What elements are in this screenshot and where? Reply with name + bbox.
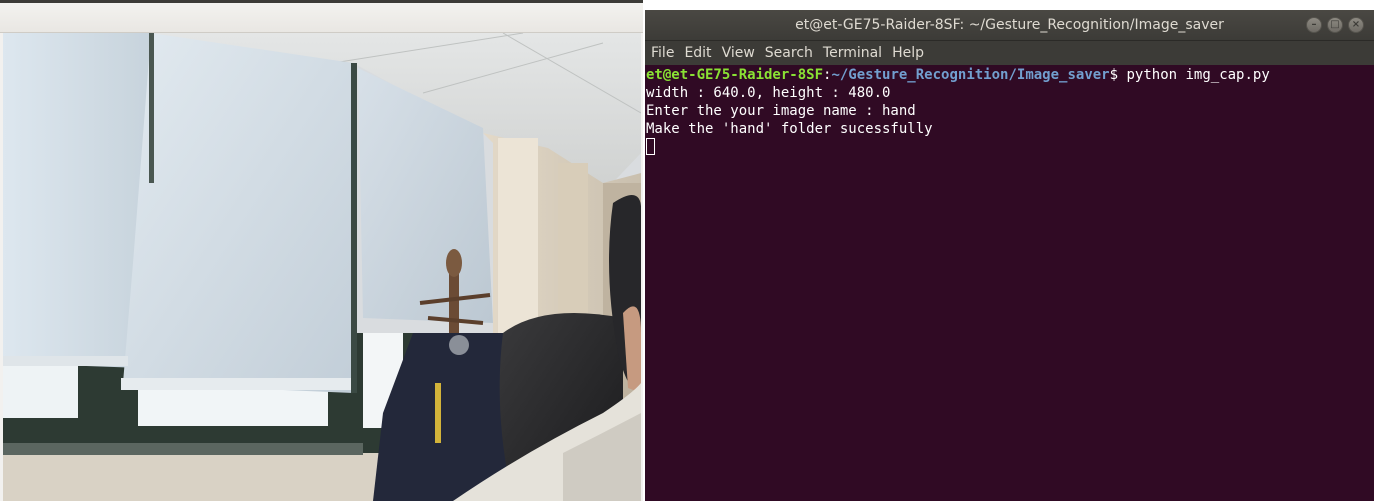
camera-window [0, 0, 643, 501]
terminal-output-line: width : 640.0, height : 480.0 [646, 85, 891, 101]
menu-view[interactable]: View [721, 45, 761, 61]
minimize-icon[interactable]: – [1306, 17, 1322, 33]
text-cursor [646, 138, 655, 155]
menu-edit[interactable]: Edit [683, 45, 717, 61]
terminal-menubar: File Edit View Search Terminal Help [645, 41, 1374, 65]
prompt-path: ~/Gesture_Recognition/Image_saver [831, 67, 1110, 83]
menu-terminal[interactable]: Terminal [822, 45, 888, 61]
camera-window-titlebar[interactable] [0, 3, 643, 33]
camera-frame [3, 33, 641, 501]
maximize-icon[interactable]: □ [1327, 17, 1343, 33]
camera-image [3, 33, 641, 501]
menu-search[interactable]: Search [764, 45, 819, 61]
menu-file[interactable]: File [650, 45, 680, 61]
terminal-title: et@et-GE75-Raider-8SF: ~/Gesture_Recogni… [795, 17, 1224, 33]
close-icon[interactable]: × [1348, 17, 1364, 33]
terminal-body[interactable]: et@et-GE75-Raider-8SF:~/Gesture_Recognit… [646, 66, 1372, 501]
terminal-cursor-line [646, 138, 1372, 156]
terminal-window: et@et-GE75-Raider-8SF: ~/Gesture_Recogni… [645, 10, 1374, 501]
terminal-titlebar[interactable]: et@et-GE75-Raider-8SF: ~/Gesture_Recogni… [645, 10, 1374, 41]
command-text: python img_cap.py [1118, 67, 1270, 83]
terminal-prompt-line: et@et-GE75-Raider-8SF:~/Gesture_Recognit… [646, 66, 1372, 84]
terminal-output-line: Enter the your image name : hand [646, 103, 916, 119]
menu-help[interactable]: Help [891, 45, 930, 61]
window-controls: – □ × [1306, 17, 1364, 33]
prompt-symbol: $ [1109, 67, 1119, 83]
prompt-user: et@et-GE75-Raider-8SF [646, 67, 824, 83]
terminal-output-line: Make the 'hand' folder sucessfully [646, 121, 933, 137]
